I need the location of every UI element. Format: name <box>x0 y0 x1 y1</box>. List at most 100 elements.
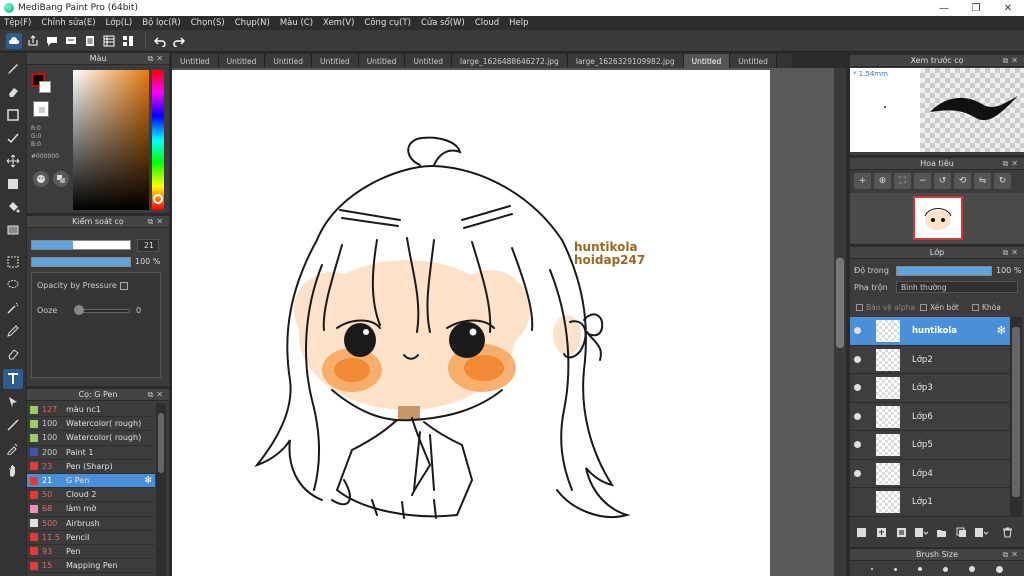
scrollbar-thumb[interactable] <box>1012 327 1020 497</box>
chat-icon[interactable] <box>63 33 79 49</box>
brush-list-scrollbar[interactable] <box>156 403 166 576</box>
menu-help[interactable]: Help <box>509 18 528 28</box>
brush-list-item[interactable]: 500 Airbrush <box>27 517 155 531</box>
saturation-value-picker[interactable] <box>73 70 149 210</box>
tab-document[interactable]: Untitled <box>683 54 731 68</box>
text-tool-icon[interactable] <box>3 369 23 389</box>
brush-list-item[interactable]: 100 Watercolor( rough) <box>27 431 155 446</box>
menu-snap[interactable]: Chụp(N) <box>235 18 270 28</box>
menu-file[interactable]: Tệp(F) <box>4 18 31 28</box>
brush-list-item[interactable]: 127 màu nc1 <box>27 403 155 418</box>
color-history-icon[interactable] <box>53 171 69 187</box>
layer-item[interactable]: Lớp6 <box>850 402 1010 431</box>
protect-alpha-checkbox[interactable] <box>856 304 863 311</box>
brush-size-value[interactable]: 21 <box>137 239 159 252</box>
bucket-tool-icon[interactable] <box>3 197 23 217</box>
divide-tool-icon[interactable] <box>3 415 23 435</box>
layout-icon[interactable] <box>120 33 136 49</box>
palette-icon[interactable] <box>33 171 49 187</box>
grid-icon[interactable] <box>101 33 117 49</box>
upload-icon[interactable] <box>25 33 41 49</box>
visibility-eye-icon[interactable] <box>854 469 861 477</box>
brush-size-preset[interactable] <box>943 566 949 572</box>
tab-document[interactable]: Untitled <box>405 54 453 68</box>
ooze-slider-handle[interactable] <box>74 305 84 315</box>
scrollbar-thumb[interactable] <box>158 413 164 473</box>
menu-color[interactable]: Màu (C) <box>280 18 313 28</box>
rotate-right-icon[interactable]: ↻ <box>994 173 1011 189</box>
protect-alpha-option[interactable]: Bảo vệ alpha <box>856 303 915 312</box>
layer-item[interactable]: Lớp3 <box>850 374 1010 403</box>
tab-document[interactable]: large_1626488646272.jpg <box>452 54 568 68</box>
hue-slider-handle[interactable] <box>153 194 163 204</box>
opacity-by-pressure-checkbox[interactable] <box>120 282 128 290</box>
visibility-eye-icon[interactable] <box>854 441 861 448</box>
visibility-eye-icon[interactable] <box>854 412 861 420</box>
tab-document[interactable]: Untitled <box>172 54 219 68</box>
zoom-in-icon[interactable]: + <box>854 173 871 189</box>
lasso-tool-icon[interactable] <box>3 275 23 295</box>
select-brush-icon[interactable] <box>3 321 23 341</box>
brush-list-item[interactable]: 11.5 Pencil <box>27 531 155 545</box>
panel-controls-icon[interactable]: ⧉✕ <box>148 54 166 64</box>
panel-controls-icon[interactable]: ⧉✕ <box>148 217 166 227</box>
tab-document[interactable]: Untitled <box>312 54 359 68</box>
canvas-area[interactable]: huntikola hoidap247 <box>172 68 834 576</box>
duplicate-layer-icon[interactable] <box>954 525 968 539</box>
layer-item[interactable]: Lớp1 <box>850 488 1010 517</box>
brush-size-preset[interactable] <box>917 567 922 571</box>
layer-item[interactable]: Lớp5 <box>850 431 1010 460</box>
brush-size-preset[interactable] <box>996 565 1004 573</box>
background-color-swatch[interactable] <box>39 81 51 93</box>
lock-checkbox[interactable] <box>972 304 979 311</box>
comment-icon[interactable] <box>44 33 60 49</box>
tab-document[interactable]: large_1626329109982.jpg <box>567 54 684 68</box>
canvas-vertical-scrollbar[interactable] <box>834 68 846 576</box>
brush-size-slider[interactable] <box>31 240 131 250</box>
merge-down-icon[interactable] <box>974 525 988 539</box>
menu-edit[interactable]: Chỉnh sửa(E) <box>41 18 95 28</box>
maximize-button[interactable]: ❐ <box>960 0 992 16</box>
gradient-tool-icon[interactable] <box>3 220 23 240</box>
tab-document[interactable]: Untitled <box>218 54 266 68</box>
tab-document[interactable]: Untitled <box>730 54 777 68</box>
menu-window[interactable]: Cửa sổ(W) <box>421 18 465 28</box>
panel-controls-icon[interactable]: ⧉✕ <box>1003 550 1021 560</box>
brush-opacity-slider[interactable] <box>31 257 131 267</box>
eraser-tool-icon[interactable] <box>3 82 23 102</box>
tab-document[interactable]: Untitled <box>358 54 406 68</box>
brush-list-item[interactable]: 100 Watercolor( rough) <box>27 417 155 432</box>
drawing-canvas[interactable]: huntikola hoidap247 <box>172 70 770 576</box>
reset-view-icon[interactable]: ⟲ <box>954 173 971 189</box>
brush-tool-icon[interactable] <box>3 59 23 79</box>
hand-tool-icon[interactable] <box>3 461 23 481</box>
document-icon[interactable] <box>82 33 98 49</box>
new-layer-icon[interactable] <box>854 525 868 539</box>
gear-icon[interactable]: ✻ <box>144 476 152 486</box>
select-tool-icon[interactable] <box>3 252 23 272</box>
menu-layer[interactable]: Lớp(L) <box>106 18 133 28</box>
rotate-left-icon[interactable]: ↺ <box>934 173 951 189</box>
panel-controls-icon[interactable]: ⧉✕ <box>1003 248 1021 258</box>
brush-list-item[interactable]: 68 làm mờ <box>27 502 155 517</box>
delete-layer-icon[interactable] <box>1000 525 1014 539</box>
brush-list-item[interactable]: 23 Pen (Sharp) <box>27 460 155 474</box>
visibility-eye-icon[interactable] <box>854 384 861 391</box>
menu-select[interactable]: Chọn(S) <box>191 18 225 28</box>
eyedropper-icon[interactable] <box>3 438 23 458</box>
new-8bit-layer-icon[interactable] <box>894 525 908 539</box>
layer-opacity-slider[interactable] <box>896 266 992 276</box>
operation-tool-icon[interactable] <box>3 392 23 412</box>
undo-icon[interactable] <box>152 33 168 49</box>
navigator-thumbnail[interactable] <box>913 196 963 240</box>
clipping-option[interactable]: Xén bớt <box>920 303 959 312</box>
tab-document[interactable]: Untitled <box>265 54 313 68</box>
layer-list-scrollbar[interactable] <box>1010 317 1022 517</box>
menu-tools[interactable]: Công cụ(T) <box>364 18 411 28</box>
menu-cloud[interactable]: Cloud <box>475 18 499 28</box>
navigator-view[interactable] <box>850 193 1024 243</box>
zoom-icon[interactable]: ⊕ <box>874 173 891 189</box>
panel-controls-icon[interactable]: ⧉✕ <box>1003 159 1021 169</box>
flip-horizontal-icon[interactable]: ⇋ <box>974 173 991 189</box>
lock-option[interactable]: Khóa <box>972 303 1001 312</box>
